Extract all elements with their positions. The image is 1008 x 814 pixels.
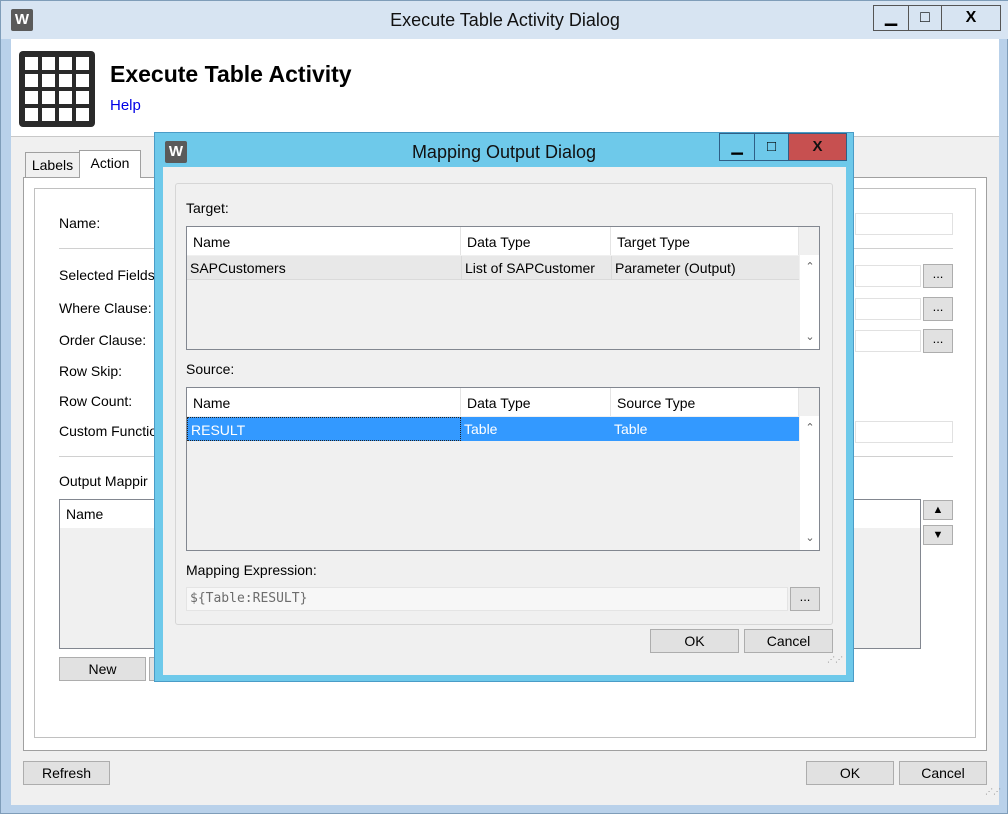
- window-title: Execute Table Activity Dialog: [390, 10, 620, 30]
- tab-labels[interactable]: Labels: [25, 152, 80, 178]
- where-clause-label: Where Clause:: [59, 300, 152, 316]
- chevron-up-icon[interactable]: ⌃: [800, 418, 820, 438]
- dialog-cancel-button[interactable]: Cancel: [744, 629, 833, 653]
- output-mapping-name-column[interactable]: Name: [66, 506, 103, 522]
- cancel-button[interactable]: Cancel: [899, 761, 987, 785]
- mapping-expression-field[interactable]: ${Table:RESULT}: [186, 587, 788, 611]
- dialog-close-button[interactable]: X: [788, 133, 847, 161]
- tab-action[interactable]: Action: [79, 150, 141, 178]
- target-label: Target:: [186, 200, 229, 216]
- source-name-column[interactable]: Name: [187, 388, 461, 416]
- new-button[interactable]: New: [59, 657, 146, 681]
- chevron-down-icon[interactable]: ⌄: [800, 528, 820, 548]
- resize-grip-icon[interactable]: ⋰⋰: [827, 656, 843, 669]
- triangle-down-icon: ▼: [932, 529, 944, 541]
- target-scrollbar[interactable]: ⌃ ⌄: [799, 255, 819, 349]
- refresh-button[interactable]: Refresh: [23, 761, 110, 785]
- name-label: Name:: [59, 215, 101, 231]
- table-row[interactable]: RESULT Table Table: [187, 417, 799, 441]
- where-clause-field[interactable]: [855, 298, 921, 320]
- help-link[interactable]: Help: [110, 97, 141, 114]
- source-datatype-column[interactable]: Data Type: [461, 388, 611, 416]
- source-label: Source:: [186, 361, 235, 377]
- triangle-up-icon: ▲: [932, 504, 944, 516]
- minimize-button[interactable]: ▁: [873, 5, 909, 31]
- move-down-button[interactable]: ▼: [923, 525, 953, 545]
- table-row[interactable]: SAPCustomers List of SAPCustomer Paramet…: [187, 256, 799, 280]
- target-grid[interactable]: Name Data Type Target Type SAPCustomers …: [186, 226, 820, 350]
- custom-function-field[interactable]: [855, 421, 953, 443]
- source-type-cell: Table: [614, 421, 648, 437]
- selected-fields-label: Selected Fields: [59, 267, 155, 283]
- source-name-cell: RESULT: [187, 417, 461, 441]
- move-up-button[interactable]: ▲: [923, 500, 953, 520]
- target-name-column[interactable]: Name: [187, 227, 461, 255]
- where-clause-browse-button[interactable]: ...: [923, 297, 953, 321]
- header-area: Execute Table Activity Help: [11, 39, 999, 137]
- order-clause-browse-button[interactable]: ...: [923, 329, 953, 353]
- source-datatype-cell: Table: [464, 421, 498, 437]
- row-count-label: Row Count:: [59, 393, 133, 409]
- mapping-output-dialog: W Mapping Output Dialog ▁ □ X Target: Na…: [154, 132, 854, 682]
- custom-function-label: Custom Functio: [59, 423, 158, 439]
- row-skip-label: Row Skip:: [59, 363, 123, 379]
- source-type-column[interactable]: Source Type: [611, 388, 799, 416]
- output-mapping-label: Output Mappir: [59, 473, 148, 489]
- name-field[interactable]: [855, 213, 953, 235]
- mapping-expression-label: Mapping Expression:: [186, 562, 317, 578]
- order-clause-field[interactable]: [855, 330, 921, 352]
- table-grid-icon: [19, 51, 95, 127]
- source-grid[interactable]: Name Data Type Source Type RESULT Table …: [186, 387, 820, 551]
- order-clause-label: Order Clause:: [59, 332, 147, 348]
- target-type-column[interactable]: Target Type: [611, 227, 799, 255]
- target-name-cell: SAPCustomers: [190, 260, 286, 276]
- close-button[interactable]: X: [941, 5, 1001, 31]
- selected-fields-field[interactable]: [855, 265, 921, 287]
- target-type-cell: Parameter (Output): [611, 256, 799, 280]
- dialog-maximize-button[interactable]: □: [754, 133, 789, 161]
- source-scrollbar[interactable]: ⌃ ⌄: [799, 416, 819, 550]
- mapping-expression-browse-button[interactable]: ...: [790, 587, 820, 611]
- dialog-ok-button[interactable]: OK: [650, 629, 739, 653]
- chevron-down-icon[interactable]: ⌄: [800, 327, 820, 347]
- mapping-group: Target: Name Data Type Target Type SAPCu…: [175, 183, 833, 625]
- target-datatype-cell: List of SAPCustomer: [461, 256, 611, 280]
- selected-fields-browse-button[interactable]: ...: [923, 264, 953, 288]
- dialog-minimize-button[interactable]: ▁: [719, 133, 755, 161]
- target-datatype-column[interactable]: Data Type: [461, 227, 611, 255]
- dialog-client-area: Target: Name Data Type Target Type SAPCu…: [163, 167, 846, 675]
- title-bar[interactable]: W Execute Table Activity Dialog ▁ □ X: [1, 1, 1008, 39]
- ok-button[interactable]: OK: [806, 761, 894, 785]
- dialog-title-bar[interactable]: W Mapping Output Dialog ▁ □ X: [155, 133, 853, 167]
- page-title: Execute Table Activity: [110, 61, 352, 87]
- source-grid-header: Name Data Type Source Type: [187, 388, 799, 416]
- target-grid-header: Name Data Type Target Type: [187, 227, 799, 255]
- resize-grip-icon[interactable]: ⋰⋰: [985, 788, 1001, 801]
- maximize-button[interactable]: □: [908, 5, 942, 31]
- chevron-up-icon[interactable]: ⌃: [800, 257, 820, 277]
